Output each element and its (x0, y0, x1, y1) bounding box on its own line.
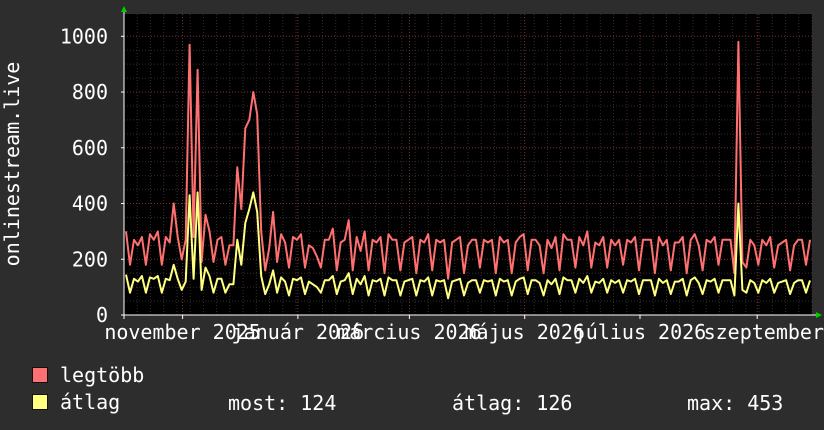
y-axis-label: onlinestream.live (0, 62, 24, 267)
legend-item-max: legtöbb (32, 363, 145, 387)
stat-average: átlag: 126 (452, 391, 573, 415)
y-tick-label: 1000 (60, 24, 108, 48)
y-tick-label: 400 (72, 192, 108, 216)
legend-swatch-avg (32, 394, 48, 410)
y-axis-arrow (121, 6, 127, 12)
stat-current: most: 124 (228, 391, 337, 415)
x-tick-label: május 2026 (464, 320, 584, 344)
legend-item-avg: átlag (32, 390, 121, 414)
legend-label-max: legtöbb (60, 363, 145, 387)
x-tick-label: július 2026 (574, 320, 706, 344)
legend-swatch-max (32, 367, 48, 383)
y-tick-label: 600 (72, 136, 108, 160)
x-axis-arrow (816, 312, 822, 318)
x-tick-labels: november 2025január 2026március 2026máju… (104, 320, 824, 344)
x-tick-label: szeptember (704, 320, 824, 344)
legend-label-avg: átlag (60, 390, 121, 414)
y-tick-label: 200 (72, 247, 108, 271)
y-tick-labels: 02004006008001000 (60, 24, 108, 327)
stat-maximum: max: 453 (687, 391, 784, 415)
x-tick-label: március 2026 (337, 320, 482, 344)
y-tick-label: 800 (72, 80, 108, 104)
